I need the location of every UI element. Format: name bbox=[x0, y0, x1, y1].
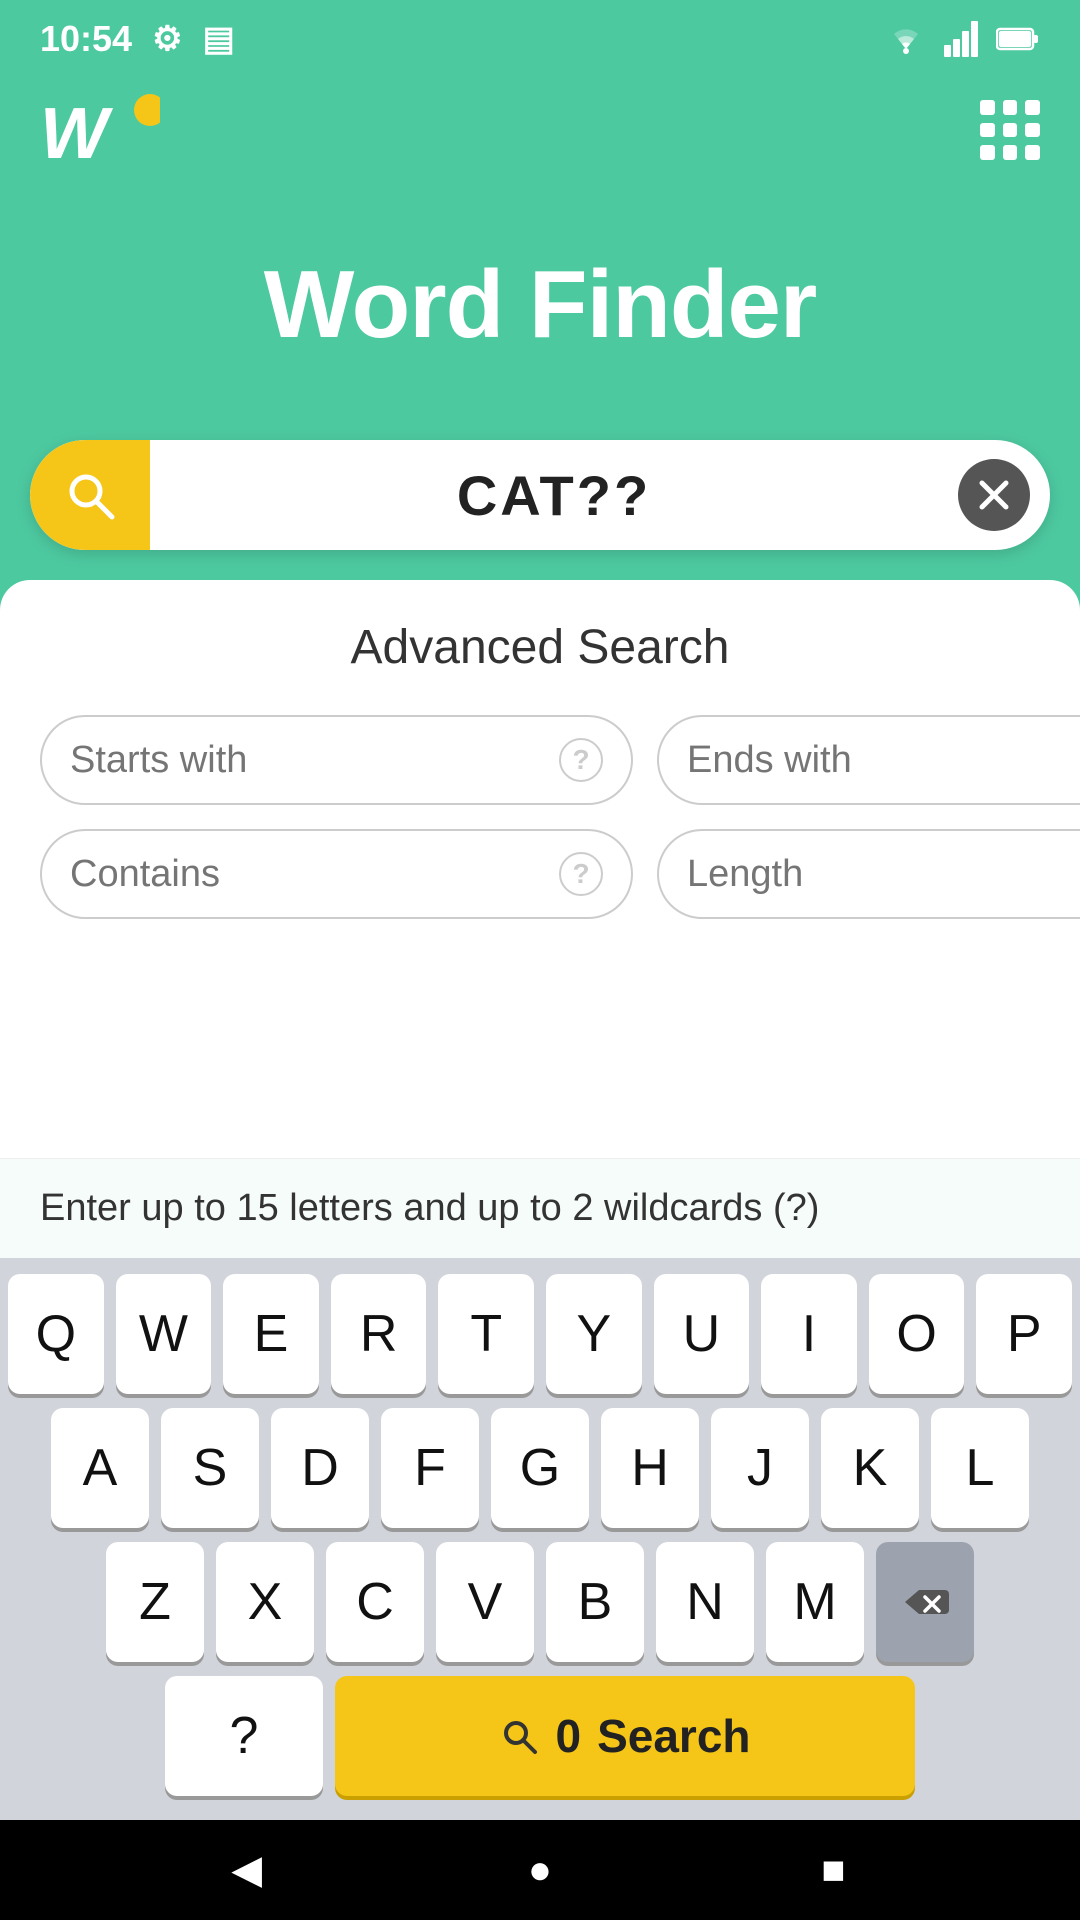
header: W bbox=[0, 70, 1080, 190]
keyboard-row-3: Z X C V B N M bbox=[8, 1542, 1072, 1662]
key-d[interactable]: D bbox=[271, 1408, 369, 1528]
length-input[interactable] bbox=[687, 853, 1080, 896]
key-b[interactable]: B bbox=[546, 1542, 644, 1662]
keyboard-row-2: A S D F G H J K L bbox=[8, 1408, 1072, 1528]
app-logo: W bbox=[40, 90, 160, 170]
key-f[interactable]: F bbox=[381, 1408, 479, 1528]
advanced-search-panel: Advanced Search ? ? ? ? bbox=[0, 580, 1080, 1158]
keyboard-row-4: ? 0 Search bbox=[8, 1676, 1072, 1796]
home-button[interactable]: ● bbox=[510, 1840, 570, 1900]
title-section: Word Finder bbox=[0, 190, 1080, 440]
backspace-icon bbox=[901, 1584, 949, 1620]
key-o[interactable]: O bbox=[869, 1274, 965, 1394]
key-w[interactable]: W bbox=[116, 1274, 212, 1394]
signal-icon bbox=[944, 21, 980, 57]
svg-text:W: W bbox=[40, 94, 114, 170]
key-j[interactable]: J bbox=[711, 1408, 809, 1528]
battery-icon bbox=[996, 26, 1040, 52]
search-bar bbox=[30, 440, 1050, 550]
clear-button[interactable] bbox=[958, 459, 1030, 531]
key-k[interactable]: K bbox=[821, 1408, 919, 1528]
key-q[interactable]: Q bbox=[8, 1274, 104, 1394]
ends-with-field[interactable]: ? bbox=[657, 715, 1080, 805]
key-t[interactable]: T bbox=[438, 1274, 534, 1394]
key-p[interactable]: P bbox=[976, 1274, 1072, 1394]
sd-card-icon: ▤ bbox=[203, 19, 235, 59]
page-title: Word Finder bbox=[40, 250, 1040, 360]
hint-text: Enter up to 15 letters and up to 2 wildc… bbox=[40, 1187, 819, 1229]
recent-button[interactable]: ■ bbox=[803, 1840, 863, 1900]
key-y[interactable]: Y bbox=[546, 1274, 642, 1394]
logo: W bbox=[40, 90, 160, 170]
search-button-count: 0 bbox=[555, 1709, 581, 1763]
key-l[interactable]: L bbox=[931, 1408, 1029, 1528]
key-g[interactable]: G bbox=[491, 1408, 589, 1528]
key-e[interactable]: E bbox=[223, 1274, 319, 1394]
clear-icon bbox=[976, 477, 1012, 513]
key-r[interactable]: R bbox=[331, 1274, 427, 1394]
search-button-icon bbox=[499, 1716, 539, 1756]
starts-with-help-icon[interactable]: ? bbox=[559, 738, 603, 782]
keyboard: Q W E R T Y U I O P A S D F G H J K L Z … bbox=[0, 1258, 1080, 1820]
hint-bar: Enter up to 15 letters and up to 2 wildc… bbox=[0, 1158, 1080, 1258]
key-h[interactable]: H bbox=[601, 1408, 699, 1528]
ends-with-input[interactable] bbox=[687, 739, 1080, 782]
key-n[interactable]: N bbox=[656, 1542, 754, 1662]
nav-bar: ◀ ● ■ bbox=[0, 1820, 1080, 1920]
main-search-input[interactable] bbox=[150, 463, 958, 528]
advanced-search-title: Advanced Search bbox=[40, 620, 1040, 675]
contains-help-icon[interactable]: ? bbox=[559, 852, 603, 896]
home-icon: ● bbox=[528, 1848, 552, 1893]
settings-icon: ⚙ bbox=[152, 19, 182, 59]
wifi-icon bbox=[884, 21, 928, 57]
back-icon: ◀ bbox=[231, 1847, 262, 1893]
status-bar: 10:54 ⚙ ▤ bbox=[0, 0, 1080, 70]
grid-menu-icon[interactable] bbox=[980, 100, 1040, 160]
key-wildcard[interactable]: ? bbox=[165, 1676, 323, 1796]
status-time: 10:54 bbox=[40, 18, 132, 60]
key-s[interactable]: S bbox=[161, 1408, 259, 1528]
search-icon bbox=[64, 469, 116, 521]
filter-row-2: ? ? bbox=[40, 829, 1040, 919]
search-button[interactable]: 0 Search bbox=[335, 1676, 915, 1796]
key-v[interactable]: V bbox=[436, 1542, 534, 1662]
key-backspace[interactable] bbox=[876, 1542, 974, 1662]
search-button-label: Search bbox=[597, 1709, 750, 1763]
status-right bbox=[884, 21, 1040, 57]
starts-with-input[interactable] bbox=[70, 739, 559, 782]
back-button[interactable]: ◀ bbox=[217, 1840, 277, 1900]
recent-icon: ■ bbox=[821, 1848, 845, 1893]
status-left: 10:54 ⚙ ▤ bbox=[40, 18, 235, 60]
key-x[interactable]: X bbox=[216, 1542, 314, 1662]
key-a[interactable]: A bbox=[51, 1408, 149, 1528]
key-m[interactable]: M bbox=[766, 1542, 864, 1662]
contains-field[interactable]: ? bbox=[40, 829, 633, 919]
filter-row-1: ? ? bbox=[40, 715, 1040, 805]
starts-with-field[interactable]: ? bbox=[40, 715, 633, 805]
length-field[interactable]: ? bbox=[657, 829, 1080, 919]
contains-input[interactable] bbox=[70, 853, 559, 896]
keyboard-row-1: Q W E R T Y U I O P bbox=[8, 1274, 1072, 1394]
key-u[interactable]: U bbox=[654, 1274, 750, 1394]
search-icon-button[interactable] bbox=[30, 440, 150, 550]
key-z[interactable]: Z bbox=[106, 1542, 204, 1662]
key-c[interactable]: C bbox=[326, 1542, 424, 1662]
search-bar-container bbox=[0, 440, 1080, 550]
key-i[interactable]: I bbox=[761, 1274, 857, 1394]
